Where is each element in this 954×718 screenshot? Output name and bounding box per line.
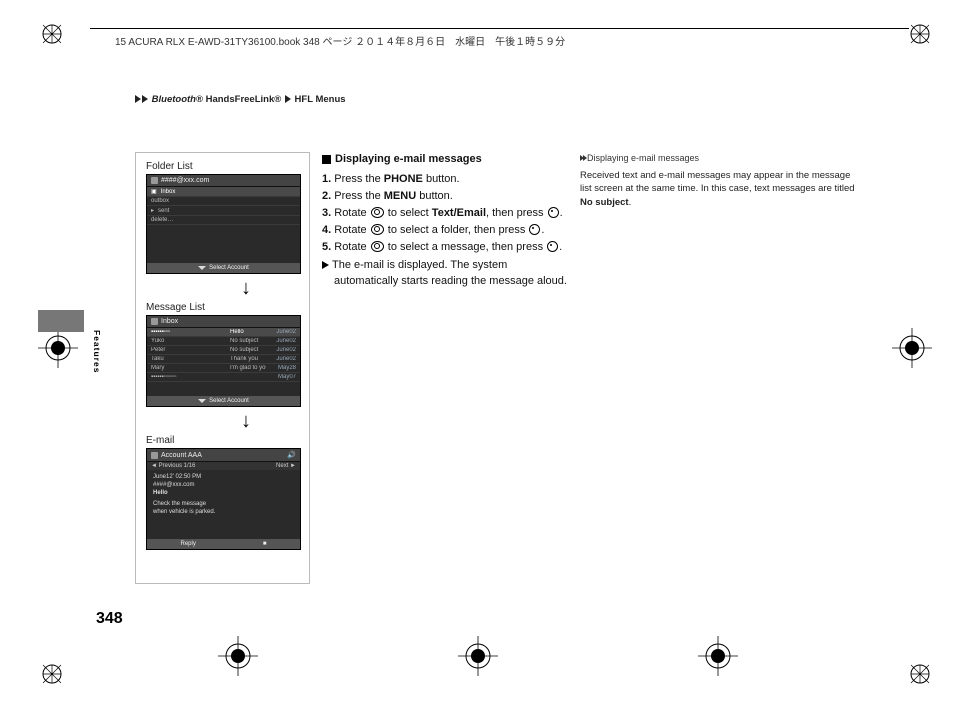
- square-bullet-icon: [322, 155, 331, 164]
- double-triangle-icon: [580, 152, 586, 165]
- arrow-down-icon: ↓: [236, 278, 256, 298]
- folder-icon: [151, 318, 158, 325]
- table-row: ▪▪▪▪▪▪▫▫▫▫▫▫May07: [147, 373, 300, 382]
- email-text: Check the message: [153, 501, 294, 509]
- email-actions: Reply ■: [147, 539, 300, 549]
- table-row: TakuThank youJune02: [147, 355, 300, 364]
- shot-title: E-mail: [146, 435, 299, 446]
- account-icon: [151, 452, 158, 459]
- table-row: PeterNo subjectJune02: [147, 346, 300, 355]
- rotary-knob-icon: [371, 207, 384, 218]
- step-item: 4. Rotate to select a folder, then press…: [322, 223, 570, 239]
- list-item: delete…: [147, 216, 300, 225]
- account-name: ####@xxx.com: [161, 177, 209, 184]
- instruction-steps: Displaying e-mail messages 1. Press the …: [322, 152, 570, 291]
- screenshot-panel: Folder List ####@xxx.com ▣ Inbox outbox …: [135, 152, 310, 584]
- folder-name: Inbox: [161, 189, 176, 195]
- table-row: ▪▪▪▪▪▪▫▫▫HelloJune02: [147, 328, 300, 337]
- table-row: YukoNo subjectJune02: [147, 337, 300, 346]
- registration-mark-icon: [38, 328, 78, 368]
- breadcrumb-part: HandsFreeLink: [203, 94, 274, 105]
- page-number: 348: [96, 610, 123, 628]
- account-name: Account AAA: [161, 452, 202, 459]
- crop-mark-icon: [906, 20, 934, 48]
- shot-title: Folder List: [146, 161, 299, 172]
- press-knob-icon: [547, 241, 558, 252]
- folder-name: delete…: [151, 217, 173, 223]
- header-line: 15 ACURA RLX E-AWD-31TY36100.book 348 ペー…: [115, 33, 565, 48]
- registration-mark-icon: [458, 636, 498, 676]
- pager: ◄ Previous 1/16 Next ►: [147, 462, 300, 470]
- list-item: ▸ sent: [147, 206, 300, 216]
- manual-page: 15 ACURA RLX E-AWD-31TY36100.book 348 ペー…: [0, 0, 954, 718]
- step-item: 5. Rotate to select a message, then pres…: [322, 240, 570, 256]
- step-result: The e-mail is displayed. The system auto…: [322, 258, 570, 290]
- section-heading: Displaying e-mail messages: [322, 152, 570, 168]
- step-item: 2. Press the MENU button.: [322, 189, 570, 205]
- side-tab: [38, 310, 84, 332]
- email-date: June12' 02:50 PM: [153, 474, 294, 482]
- triangle-icon: [285, 95, 291, 103]
- reg-mark: ®: [196, 94, 203, 105]
- stop-button: ■: [263, 541, 267, 547]
- chevron-down-icon: [198, 266, 206, 270]
- next-button: Next ►: [276, 463, 296, 469]
- section-label: Features: [92, 330, 102, 373]
- folder-name: sent: [158, 208, 169, 214]
- email-subject: Hello: [153, 490, 294, 498]
- email-screenshot: Account AAA 🔊 ◄ Previous 1/16 Next ► June1…: [146, 448, 301, 550]
- breadcrumb-part: Bluetooth: [152, 94, 196, 105]
- press-knob-icon: [529, 224, 540, 235]
- shot-title: Message List: [146, 302, 299, 313]
- reply-button: Reply: [181, 541, 196, 547]
- status-icon: 🔊: [287, 451, 296, 459]
- triangle-icon: [142, 95, 148, 103]
- folder-list-screenshot: ####@xxx.com ▣ Inbox outbox ▸ sent delet…: [146, 174, 301, 274]
- email-from: ####@xxx.com: [153, 482, 294, 490]
- triangle-icon: [135, 95, 141, 103]
- list-item: outbox: [147, 197, 300, 206]
- folder-title: Inbox: [161, 318, 178, 325]
- step-item: 1. Press the PHONE button.: [322, 172, 570, 188]
- registration-mark-icon: [218, 636, 258, 676]
- note-body: Received text and e-mail messages may ap…: [580, 169, 860, 209]
- reg-mark: ®: [274, 94, 281, 105]
- header-rule: [90, 28, 909, 29]
- list-item: ▣ Inbox: [147, 187, 300, 197]
- prev-button: ◄ Previous 1/16: [151, 463, 195, 469]
- footer-button: Select Account: [147, 396, 300, 406]
- step-item: 3. Rotate to select Text/Email, then pre…: [322, 206, 570, 222]
- registration-mark-icon: [698, 636, 738, 676]
- note-heading: Displaying e-mail messages: [580, 152, 860, 165]
- footer-button: Select Account: [147, 263, 300, 273]
- rotary-knob-icon: [371, 224, 384, 235]
- breadcrumb-part: HFL Menus: [295, 94, 346, 105]
- folder-name: outbox: [151, 198, 169, 204]
- registration-mark-icon: [892, 328, 932, 368]
- rotary-knob-icon: [371, 241, 384, 252]
- crop-mark-icon: [906, 660, 934, 688]
- message-list-screenshot: Inbox ▪▪▪▪▪▪▫▫▫HelloJune02 YukoNo subjec…: [146, 315, 301, 407]
- account-icon: [151, 177, 158, 184]
- crop-mark-icon: [38, 20, 66, 48]
- email-text: when vehicle is parked.: [153, 509, 294, 517]
- table-row: MaryI'm glad to youMay28: [147, 364, 300, 373]
- info-note: Displaying e-mail messages Received text…: [580, 152, 860, 209]
- email-body: June12' 02:50 PM ####@xxx.com Hello Chec…: [147, 470, 300, 521]
- breadcrumb: Bluetooth® HandsFreeLink® HFL Menus: [135, 94, 346, 105]
- triangle-icon: [322, 261, 329, 269]
- arrow-down-icon: ↓: [236, 411, 256, 431]
- crop-mark-icon: [38, 660, 66, 688]
- chevron-down-icon: [198, 399, 206, 403]
- press-knob-icon: [548, 207, 559, 218]
